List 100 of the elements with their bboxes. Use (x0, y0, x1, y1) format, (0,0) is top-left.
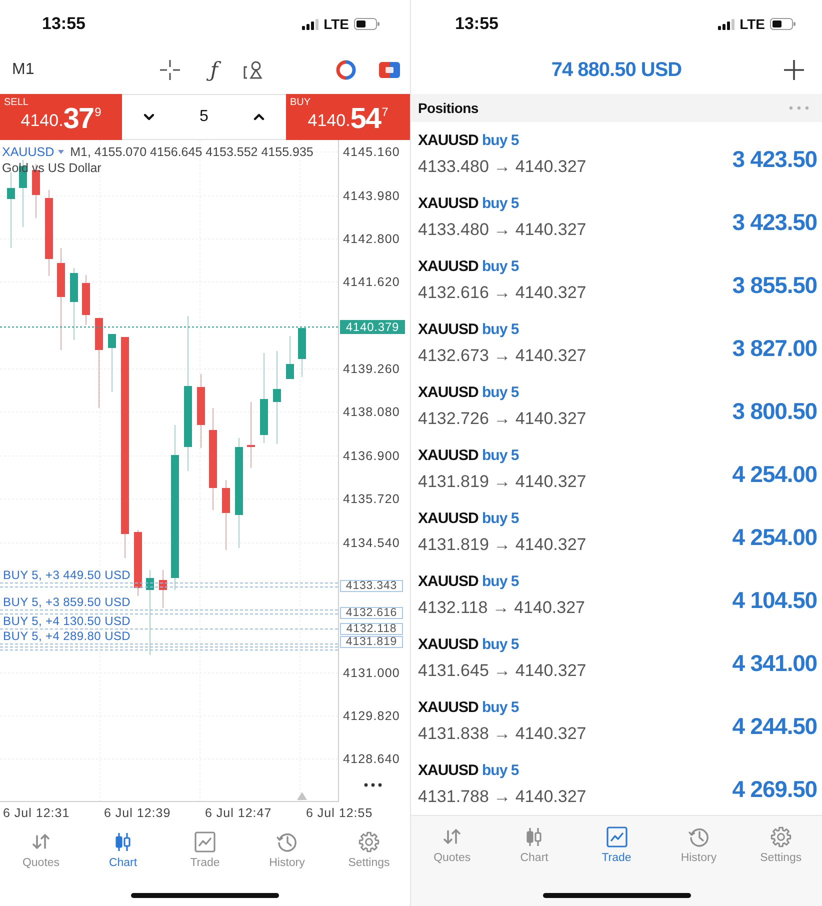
chart-info: M1, 4155.070 4156.645 4153.552 4155.935 (70, 145, 314, 159)
position-profit: 3 423.50 (732, 209, 817, 236)
price-label: 4139.260 (343, 362, 400, 376)
settings-icon (358, 831, 380, 853)
position-profit: 4 254.00 (732, 524, 817, 551)
position-profit: 4 269.50 (732, 776, 817, 803)
volume-field[interactable]: 5 (196, 106, 212, 128)
position-profit: 4 244.50 (732, 713, 817, 740)
price-label: 4142.800 (343, 232, 400, 246)
settings-icon (770, 826, 792, 848)
position-prices: 4131.819 → 4140.327 (418, 470, 586, 492)
position-profit: 3 423.50 (732, 146, 817, 173)
price-label: 4141.620 (343, 275, 400, 289)
position-side: buy 5 (482, 572, 519, 590)
price-label: 4135.720 (343, 492, 400, 506)
position-side: buy 5 (482, 384, 519, 400)
position-symbol: XAUUSD (418, 258, 478, 274)
signal-icon (718, 18, 735, 30)
time-label: 6 Jul 12:55 (306, 806, 373, 820)
timeframe-button[interactable]: M1 (12, 61, 34, 79)
nav-tab[interactable]: Trade (575, 826, 658, 865)
nav-tab[interactable]: Chart (82, 831, 164, 870)
bullish-candle (298, 328, 306, 378)
position-side: buy 5 (482, 762, 519, 778)
price-label: 4128.640 (343, 752, 400, 766)
position-prices: 4132.673 → 4140.327 (418, 344, 586, 366)
price-label: 4138.080 (343, 405, 400, 419)
history-icon (276, 831, 298, 853)
clock-time: 13:55 (455, 14, 498, 34)
position-side: buy 5 (482, 510, 519, 526)
position-symbol: XAUUSD (418, 510, 478, 526)
time-label: 6 Jul 12:31 (3, 806, 70, 820)
position-profit: 3 827.00 (732, 335, 817, 362)
position-side: buy 5 (482, 258, 519, 274)
nav-tab[interactable]: Trade (164, 831, 246, 870)
position-side: buy 5 (482, 698, 519, 716)
nav-tab[interactable]: Settings (740, 826, 822, 865)
bearish-candle (247, 402, 255, 468)
current-price-tag: 4140.379 (340, 320, 405, 334)
position-side: buy 5 (482, 320, 519, 338)
order-price-tag: 4132.616 (340, 607, 403, 619)
position-prices: 4132.118 → 4140.327 (418, 596, 585, 618)
plus-icon[interactable] (784, 60, 804, 80)
nav-tab[interactable]: Chart (493, 826, 576, 865)
nav-tab[interactable]: Settings (328, 831, 410, 870)
nav-tab[interactable]: Quotes (411, 826, 494, 865)
bullish-candle (286, 336, 294, 379)
nav-tab[interactable]: Quotes (0, 831, 82, 870)
network-type: LTE (324, 16, 349, 32)
position-symbol: XAUUSD (418, 194, 478, 212)
position-symbol: XAUUSD (418, 698, 478, 716)
position-profit: 4 254.00 (732, 461, 817, 488)
one-click-icon[interactable] (379, 62, 400, 78)
bearish-candle (222, 480, 230, 550)
order-price-tag: 4133.343 (340, 580, 403, 592)
caret-icon[interactable] (58, 150, 64, 154)
position-side: buy 5 (482, 446, 519, 464)
more-icon[interactable] (364, 783, 382, 787)
position-symbol: XAUUSD (418, 572, 478, 590)
position-symbol: XAUUSD (418, 446, 478, 464)
section-title: Positions (418, 100, 478, 116)
position-prices: 4133.480 → 4140.327 (418, 156, 586, 178)
bearish-candle (82, 274, 90, 326)
objects-icon[interactable] (243, 60, 264, 80)
position-profit: 3 855.50 (732, 272, 817, 299)
position-profit: 4 104.50 (732, 587, 817, 614)
position-symbol: XAUUSD (418, 762, 478, 778)
symbol-selector[interactable]: XAUUSD (2, 145, 54, 159)
account-balance: 74 880.50 USD (551, 58, 682, 82)
time-label: 6 Jul 12:39 (104, 806, 171, 820)
crosshair-icon[interactable] (160, 60, 180, 80)
price-label: 4134.540 (343, 536, 400, 550)
battery-icon (354, 18, 380, 30)
price-label: 4136.900 (343, 449, 400, 463)
order-price-tag: 4131.819 (340, 636, 403, 648)
chevron-up-icon[interactable] (252, 113, 265, 121)
nav-tab[interactable]: History (246, 831, 328, 870)
position-prices: 4131.838 → 4140.327 (418, 722, 586, 744)
line-chart-icon (606, 826, 628, 848)
order-label: BUY 5, +3 449.50 USD (3, 569, 131, 581)
position-prices: 4132.726 → 4140.327 (418, 408, 586, 430)
position-prices: 4133.480 → 4140.327 (418, 218, 586, 240)
position-symbol: XAUUSD (418, 320, 478, 338)
position-profit: 3 800.50 (732, 398, 817, 425)
ring-icon[interactable] (336, 60, 356, 80)
nav-tab[interactable]: History (658, 826, 740, 865)
position-prices: 4131.788 → 4140.327 (418, 786, 586, 808)
bullish-candle (108, 334, 116, 392)
history-icon (688, 826, 710, 848)
price-label: 4145.160 (343, 145, 400, 159)
position-side: buy 5 (482, 194, 519, 212)
position-prices: 4132.616 → 4140.327 (418, 282, 586, 304)
order-label: BUY 5, +4 289.80 USD (3, 630, 131, 642)
position-symbol: XAUUSD (418, 132, 478, 148)
position-symbol: XAUUSD (418, 384, 478, 400)
position-prices: 4131.645 → 4140.327 (418, 660, 586, 682)
line-chart-icon (194, 831, 216, 853)
position-prices: 4131.819 → 4140.327 (418, 534, 586, 556)
chevron-down-icon[interactable] (143, 113, 156, 121)
time-label: 6 Jul 12:47 (205, 806, 272, 820)
